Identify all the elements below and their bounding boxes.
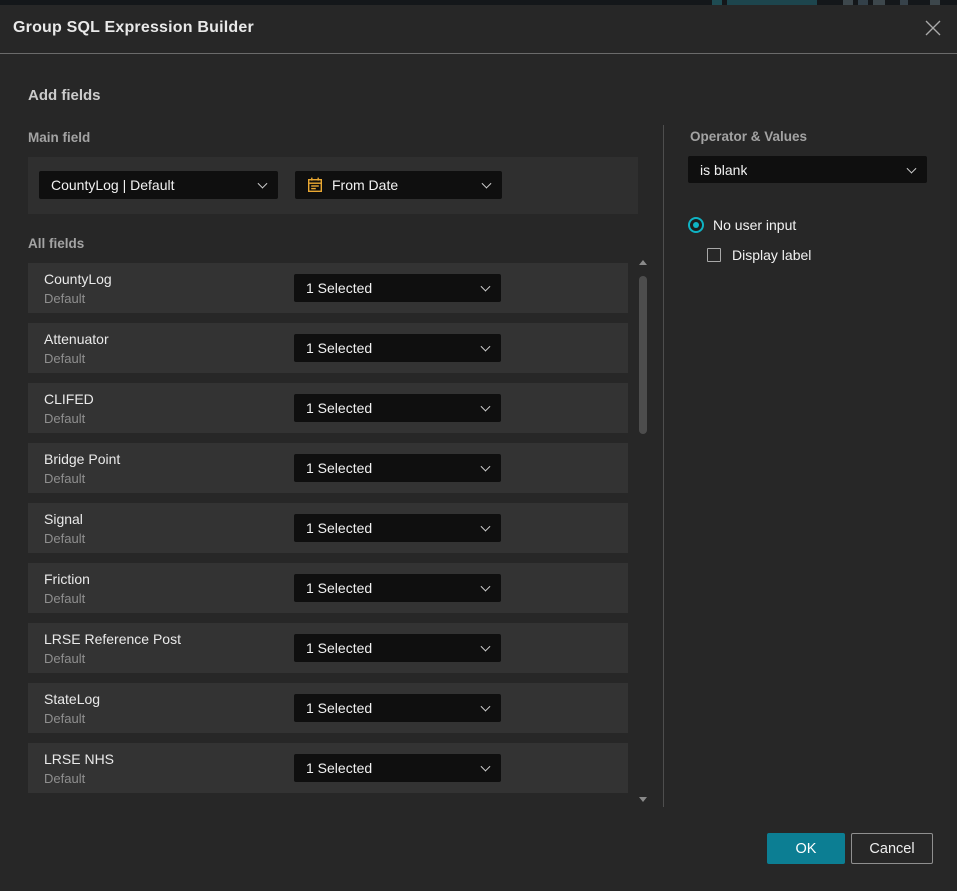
field-selection-dropdown[interactable]: 1 Selected — [294, 334, 501, 362]
field-row: Friction Default 1 Selected — [28, 563, 628, 613]
radio-selected-icon — [688, 217, 704, 233]
field-name: CLIFED — [44, 391, 94, 407]
field-name: StateLog — [44, 691, 100, 707]
field-selection-value: 1 Selected — [306, 400, 372, 416]
add-fields-heading: Add fields — [28, 87, 101, 104]
field-name: Friction — [44, 571, 90, 587]
field-subtitle: Default — [44, 471, 85, 486]
field-selection-value: 1 Selected — [306, 340, 372, 356]
dialog-titlebar: Group SQL Expression Builder — [0, 5, 957, 53]
field-name: LRSE Reference Post — [44, 631, 181, 647]
main-field-date-value: From Date — [332, 177, 398, 193]
main-field-panel: CountyLog | Default From Date — [28, 157, 638, 214]
operator-values-label: Operator & Values — [690, 129, 807, 144]
operator-dropdown[interactable]: is blank — [688, 156, 927, 183]
field-selection-dropdown[interactable]: 1 Selected — [294, 514, 501, 542]
field-selection-dropdown[interactable]: 1 Selected — [294, 454, 501, 482]
field-row: LRSE NHS Default 1 Selected — [28, 743, 628, 793]
main-field-source-value: CountyLog | Default — [51, 177, 175, 193]
operator-value: is blank — [700, 162, 747, 178]
field-selection-value: 1 Selected — [306, 280, 372, 296]
close-icon[interactable] — [922, 17, 944, 39]
panel-divider — [663, 125, 664, 807]
no-user-input-label: No user input — [713, 217, 796, 233]
field-selection-value: 1 Selected — [306, 760, 372, 776]
title-divider — [0, 53, 957, 54]
main-field-source-dropdown[interactable]: CountyLog | Default — [39, 171, 278, 199]
scroll-up-arrow-icon[interactable] — [639, 260, 647, 265]
field-selection-value: 1 Selected — [306, 520, 372, 536]
chevron-down-icon — [481, 522, 491, 532]
field-selection-value: 1 Selected — [306, 460, 372, 476]
display-label-text: Display label — [732, 247, 811, 263]
chevron-down-icon — [481, 642, 491, 652]
chevron-down-icon — [481, 402, 491, 412]
chevron-down-icon — [258, 179, 268, 189]
field-name: Attenuator — [44, 331, 109, 347]
calendar-date-icon — [307, 177, 323, 193]
field-name: Bridge Point — [44, 451, 120, 467]
field-selection-dropdown[interactable]: 1 Selected — [294, 394, 501, 422]
field-subtitle: Default — [44, 351, 85, 366]
field-row: StateLog Default 1 Selected — [28, 683, 628, 733]
all-fields-list: CountyLog Default 1 Selected Attenuator … — [28, 263, 628, 803]
field-row: Bridge Point Default 1 Selected — [28, 443, 628, 493]
field-selection-value: 1 Selected — [306, 640, 372, 656]
field-subtitle: Default — [44, 651, 85, 666]
field-subtitle: Default — [44, 411, 85, 426]
field-row: CLIFED Default 1 Selected — [28, 383, 628, 433]
field-subtitle: Default — [44, 771, 85, 786]
main-field-label: Main field — [28, 130, 90, 145]
chevron-down-icon — [481, 762, 491, 772]
field-name: Signal — [44, 511, 83, 527]
dialog-title: Group SQL Expression Builder — [13, 19, 254, 37]
cancel-button[interactable]: Cancel — [851, 833, 933, 864]
field-subtitle: Default — [44, 711, 85, 726]
checkbox-unchecked-icon — [707, 248, 721, 262]
field-selection-value: 1 Selected — [306, 580, 372, 596]
all-fields-label: All fields — [28, 236, 84, 251]
group-sql-expression-builder-dialog: Group SQL Expression Builder Add fields … — [0, 5, 957, 891]
field-subtitle: Default — [44, 531, 85, 546]
field-subtitle: Default — [44, 591, 85, 606]
field-row: LRSE Reference Post Default 1 Selected — [28, 623, 628, 673]
field-selection-dropdown[interactable]: 1 Selected — [294, 754, 501, 782]
chevron-down-icon — [482, 179, 492, 189]
field-row: CountyLog Default 1 Selected — [28, 263, 628, 313]
chevron-down-icon — [481, 282, 491, 292]
display-label-checkbox[interactable]: Display label — [707, 247, 811, 263]
no-user-input-radio[interactable]: No user input — [688, 217, 796, 233]
field-selection-dropdown[interactable]: 1 Selected — [294, 634, 501, 662]
chevron-down-icon — [481, 702, 491, 712]
ok-button[interactable]: OK — [767, 833, 845, 864]
scroll-down-arrow-icon[interactable] — [639, 797, 647, 802]
chevron-down-icon — [481, 462, 491, 472]
chevron-down-icon — [481, 582, 491, 592]
main-field-date-dropdown[interactable]: From Date — [295, 171, 502, 199]
fields-list-scrollbar[interactable] — [636, 255, 650, 807]
field-selection-dropdown[interactable]: 1 Selected — [294, 274, 501, 302]
field-row: Signal Default 1 Selected — [28, 503, 628, 553]
chevron-down-icon — [481, 342, 491, 352]
field-row: Attenuator Default 1 Selected — [28, 323, 628, 373]
chevron-down-icon — [907, 163, 917, 173]
field-name: LRSE NHS — [44, 751, 114, 767]
field-selection-dropdown[interactable]: 1 Selected — [294, 694, 501, 722]
field-selection-value: 1 Selected — [306, 700, 372, 716]
screen: Group SQL Expression Builder Add fields … — [0, 0, 957, 891]
field-subtitle: Default — [44, 291, 85, 306]
field-name: CountyLog — [44, 271, 112, 287]
scrollbar-thumb[interactable] — [639, 276, 647, 434]
field-selection-dropdown[interactable]: 1 Selected — [294, 574, 501, 602]
